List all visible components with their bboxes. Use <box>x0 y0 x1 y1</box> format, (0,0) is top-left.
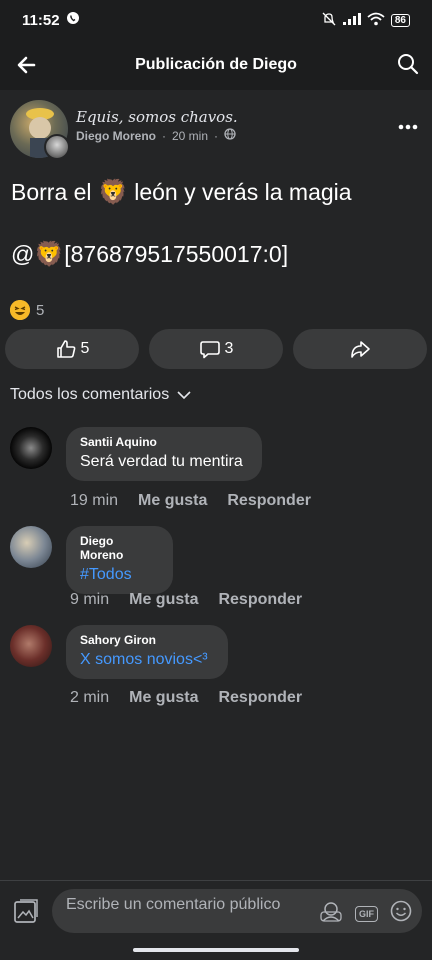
sort-label: Todos los comentarios <box>10 386 170 403</box>
meta-separator: · <box>214 128 219 143</box>
more-options-button[interactable] <box>398 110 418 136</box>
post-author[interactable]: Diego Moreno <box>76 129 156 143</box>
app-bar: Publicación de Diego <box>0 40 432 90</box>
arrow-left-icon <box>17 56 36 74</box>
search-button[interactable] <box>396 52 420 76</box>
chevron-down-icon <box>177 391 191 400</box>
comment-text[interactable]: X somos novios<³ <box>80 651 214 669</box>
comment-actions: 19 min Me gusta Responder <box>70 492 311 510</box>
comment-text: Será verdad tu mentira <box>80 453 243 470</box>
search-icon <box>398 54 419 75</box>
comment-reply-button[interactable]: Responder <box>227 492 311 510</box>
share-button[interactable] <box>293 329 427 369</box>
lion-emoji-icon: 🦁 <box>34 241 65 268</box>
comment-like-button[interactable]: Me gusta <box>138 492 207 510</box>
comment-time: 9 min <box>70 591 110 608</box>
commenter-avatar[interactable] <box>10 427 52 469</box>
share-arrow-icon <box>351 341 370 358</box>
like-count: 5 <box>80 340 90 357</box>
commenter-name[interactable]: Sahory Giron <box>80 633 214 647</box>
commenter-avatar[interactable] <box>10 526 52 568</box>
commenter-name[interactable]: Santii Aquino <box>80 435 248 449</box>
post-meta: Diego Moreno · 20 min · <box>76 128 236 143</box>
wifi-icon <box>367 12 385 29</box>
gif-button[interactable]: GIF <box>355 905 378 922</box>
comment-reply-button[interactable]: Responder <box>218 689 302 707</box>
reaction-count: 5 <box>36 301 45 319</box>
comment-time: 19 min <box>70 492 119 509</box>
post-header: Equis, somos chavos. Diego Moreno · 20 m… <box>10 100 422 162</box>
comment-count: 3 <box>224 340 234 357</box>
status-time: 11:52 <box>22 11 60 29</box>
emoji-button[interactable] <box>390 900 412 927</box>
comment-like-button[interactable]: Me gusta <box>129 689 198 707</box>
post-time[interactable]: 20 min <box>172 129 208 143</box>
author-avatar[interactable] <box>44 134 70 160</box>
comment-bubble[interactable]: Diego Moreno #Todos <box>66 526 173 594</box>
hashtag-link[interactable]: #Todos <box>80 566 159 584</box>
comment-sort-dropdown[interactable]: Todos los comentarios <box>10 386 191 404</box>
signal-icon <box>342 12 361 28</box>
comment-bubble[interactable]: Santii Aquino Será verdad tu mentira <box>66 427 262 481</box>
comment-button[interactable]: 3 <box>149 329 283 369</box>
post-text: Borra el 🦁 león y verás la magia <box>11 176 352 209</box>
comment-bubble[interactable]: Sahory Giron X somos novios<³ <box>66 625 228 679</box>
comment-bubble-icon <box>199 341 220 359</box>
status-bar: 11:52 86 <box>0 0 432 40</box>
home-indicator[interactable] <box>133 948 299 952</box>
post-mention: @🦁[876879517550017:0] <box>11 238 288 271</box>
commenter-avatar[interactable] <box>10 625 52 667</box>
comment-composer: Escribe un comentario público GIF <box>0 880 432 940</box>
globe-icon <box>224 128 236 143</box>
image-icon <box>14 899 38 923</box>
avatar-sticker-button[interactable] <box>319 899 343 928</box>
smiley-icon <box>390 900 412 922</box>
avatar-sticker-icon <box>320 902 342 922</box>
lion-emoji-icon: 🦁 <box>97 179 128 206</box>
reaction-summary[interactable]: 5 <box>10 300 44 320</box>
comment-time: 2 min <box>70 689 110 706</box>
system-nav-bar <box>0 940 432 960</box>
more-dots-icon <box>398 124 418 130</box>
page-name[interactable]: Equis, somos chavos. <box>76 108 238 126</box>
battery-icon: 86 <box>390 13 410 27</box>
like-button[interactable]: 5 <box>5 329 139 369</box>
comment-actions: 9 min Me gusta Responder <box>70 591 302 609</box>
comment-actions: 2 min Me gusta Responder <box>70 689 302 707</box>
mute-icon <box>321 12 337 29</box>
comment-like-button[interactable]: Me gusta <box>129 591 198 609</box>
post-actions: 5 3 <box>5 329 427 369</box>
haha-reaction-icon <box>10 300 30 320</box>
comment-reply-button[interactable]: Responder <box>218 591 302 609</box>
meta-separator: · <box>162 128 166 143</box>
photo-button[interactable] <box>12 897 40 925</box>
page-title: Publicación de Diego <box>135 56 297 73</box>
commenter-name[interactable]: Diego Moreno <box>80 534 159 562</box>
whatsapp-icon <box>66 11 80 29</box>
back-button[interactable] <box>14 52 40 78</box>
thumbs-up-icon <box>56 340 75 358</box>
